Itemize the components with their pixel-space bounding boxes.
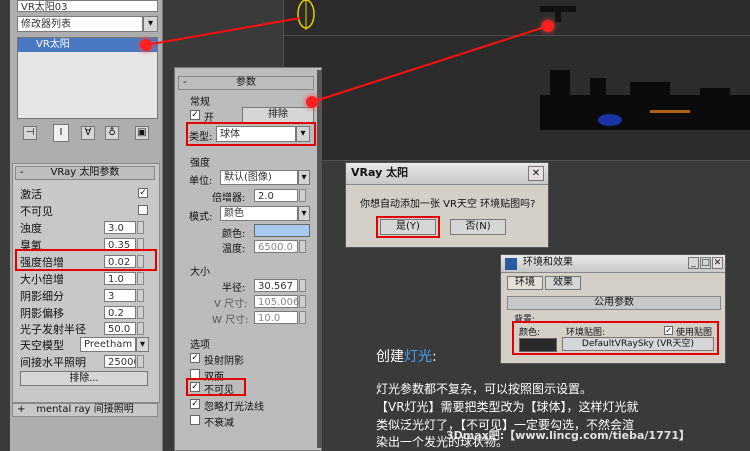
marker-dot-stack — [140, 39, 152, 51]
marker-dot-viewport — [542, 20, 554, 32]
annotation-arrows — [145, 17, 549, 103]
marker-dot-vrlight — [306, 96, 318, 108]
